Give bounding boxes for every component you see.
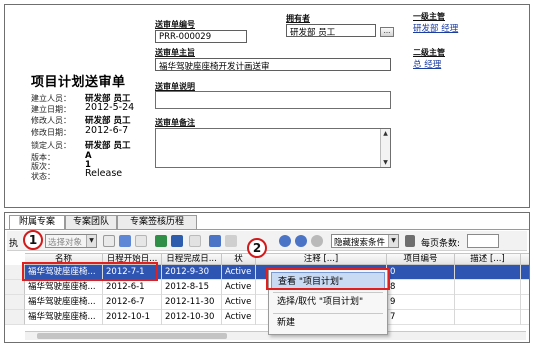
col-description[interactable]: 描述 [...] [455,254,521,265]
search-condition-text: 隐藏搜索条件 [334,238,386,248]
scroll-down-icon[interactable]: ▼ [381,158,390,167]
cell-start: 2012-6-1 [103,280,162,295]
cell-status: Active [222,280,256,295]
cell-start: 2012-6-7 [103,295,162,310]
cell-status: Active [222,265,256,280]
created-by-label: 建立人员： [31,94,71,103]
form-panel: 项目计划送审单 建立人员： 研发部 员工 建立日期： 2012-5-24 修改人… [4,4,530,208]
search-condition-combo[interactable]: 隐藏搜索条件 ▼ [331,234,399,248]
unlock-icon[interactable] [225,235,237,247]
owner-browse-button[interactable]: ... [380,27,394,37]
cell-number: 7 [387,310,455,325]
created-date-label: 建立日期： [31,105,71,114]
number-label: 送审单编号 [155,20,195,29]
cell-end: 2012-9-30 [162,265,222,280]
select-object-text: 选择对象 [48,238,83,248]
new-doc-icon[interactable] [103,235,115,247]
locked-by-label: 锁定人员： [31,141,71,150]
zoom-out-icon[interactable] [295,235,307,247]
menu-item-new[interactable]: 新建 [271,314,385,332]
remark-textarea[interactable]: ▲ ▼ [155,128,391,168]
chevron-down-icon: ▼ [86,235,96,247]
remark-scrollbar[interactable]: ▲ ▼ [380,129,390,167]
row-marker[interactable] [5,295,25,310]
cell-end: 2012-10-30 [162,310,222,325]
scroll-up-icon[interactable]: ▲ [381,129,390,138]
lock-icon[interactable] [209,235,221,247]
cell-name: 福华驾驶座座椅... [25,280,103,295]
modified-by-label: 修改人员： [31,116,71,125]
owner-label: 拥有者 [286,14,310,23]
per-page-field[interactable] [467,234,499,248]
cell-number: 0 [387,265,455,280]
description-textarea[interactable] [155,91,391,109]
cell-name: 福华驾驶座座椅... [25,295,103,310]
tab-project-team[interactable]: 专案团队 [65,215,117,229]
annotation-badge-2: 2 [247,238,267,258]
chevron-down-icon: ▼ [388,235,398,247]
row-marker[interactable] [5,310,25,325]
word-icon[interactable] [171,235,183,247]
status-value: Release [85,168,123,179]
modified-date-label: 修改日期： [31,128,71,137]
cell-status: Active [222,295,256,310]
cell-end: 2012-8-15 [162,280,222,295]
col-end-date[interactable]: 日程完成日... [162,254,222,265]
number-field[interactable]: PRR-000029 [155,30,247,43]
cell-number: 9 [387,295,455,310]
toolbar-prefix: 执 [9,239,19,249]
created-date-value: 2012-5-24 [85,102,135,113]
cell-number: 8 [387,280,455,295]
tab-attached-projects[interactable]: 附属专案 [9,215,65,230]
locked-by-value: 研发部 员工 [85,141,131,151]
row-marker[interactable] [5,280,25,295]
print-icon[interactable] [189,235,201,247]
owner-field[interactable]: 研发部 员工 [286,24,376,37]
col-project-number[interactable]: 项目编号 [387,254,455,265]
menu-item-select-replace-plan[interactable]: 选择/取代 "项目计划" [271,293,385,311]
annotation-badge-1: 1 [23,230,43,250]
excel-icon[interactable] [155,235,167,247]
annotation-box-row [22,262,158,281]
refresh-icon[interactable] [311,235,323,247]
col-note[interactable]: 注释 [...] [256,254,387,265]
remark-label: 送审单备注 [155,118,195,127]
cell-name: 福华驾驶座座椅... [25,310,103,325]
cell-desc [455,265,521,280]
level2-manager-link[interactable]: 总 经理 [413,58,441,70]
subject-label: 送审单主旨 [155,48,195,57]
level2-manager-label: 二级主管 [413,48,445,57]
level1-manager-label: 一级主管 [413,12,445,21]
tab-approval-history[interactable]: 专案签核历程 [117,215,197,229]
annotation-box-menu-item [266,268,390,290]
page-title: 项目计划送审单 [31,75,126,90]
select-object-combo[interactable]: 选择对象 ▼ [45,234,97,248]
cut-icon[interactable] [119,235,131,247]
cell-desc [455,310,521,325]
cell-status: Active [222,310,256,325]
cell-start: 2012-10-1 [103,310,162,325]
cell-desc [455,295,521,310]
zoom-in-icon[interactable] [279,235,291,247]
cell-end: 2012-11-30 [162,295,222,310]
filter-icon[interactable] [405,235,415,247]
level1-manager-link[interactable]: 研发部 经理 [413,22,458,34]
subject-field[interactable]: 福华驾驶座座椅开发计画送审 [155,58,391,71]
status-label: 状态： [31,172,55,181]
scrollbar-thumb[interactable] [37,333,227,339]
modified-date-value: 2012-6-7 [85,125,129,136]
per-page-label: 每页条数: [421,239,461,249]
copy-icon[interactable] [135,235,147,247]
cell-desc [455,280,521,295]
toolbar: 执 选择对象 ▼ 隐藏搜索条件 ▼ 每页条数: [7,231,527,251]
